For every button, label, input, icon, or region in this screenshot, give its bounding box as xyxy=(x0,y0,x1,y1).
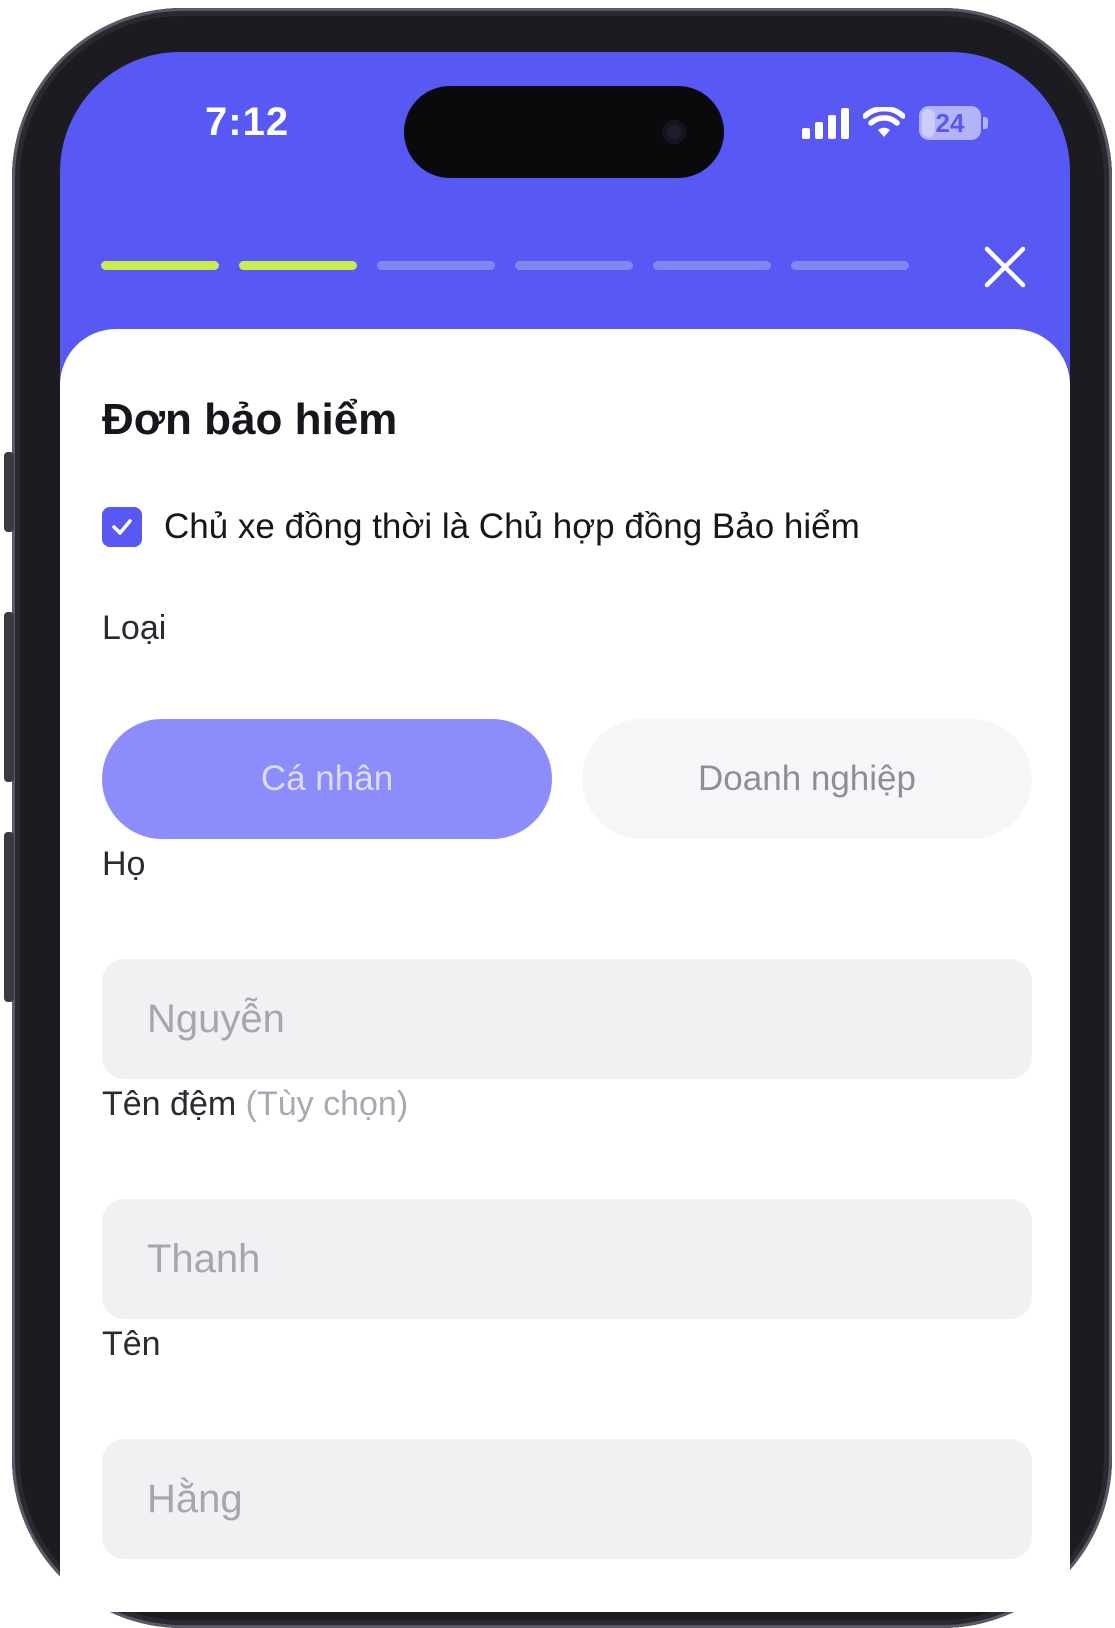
battery-fill xyxy=(922,109,936,137)
progress-step xyxy=(239,261,357,270)
middle-name-label: Tên đệm xyxy=(102,1085,237,1123)
screen: 7:12 24 Đơn bảo hiểm Chủ xe đồng thời là… xyxy=(60,52,1070,1612)
silent-switch xyxy=(4,452,14,532)
check-icon xyxy=(112,519,132,535)
status-time: 7:12 xyxy=(205,100,290,144)
owner-checkbox-label: Chủ xe đồng thời là Chủ hợp đồng Bảo hiể… xyxy=(164,507,860,546)
close-button[interactable] xyxy=(982,244,1028,290)
step-progress xyxy=(101,261,909,270)
progress-step xyxy=(101,261,219,270)
optional-note: (Tùy chọn) xyxy=(245,1085,409,1123)
close-icon xyxy=(984,246,1026,288)
last-name-label: Họ xyxy=(102,845,146,883)
type-label: Loại xyxy=(102,609,167,647)
type-option-business[interactable]: Doanh nghiệp xyxy=(582,719,1032,839)
status-icons: 24 xyxy=(802,106,988,140)
volume-down-button xyxy=(4,832,14,1002)
page-title: Đơn bảo hiểm xyxy=(102,395,398,444)
cellular-signal-icon xyxy=(802,107,849,139)
type-option-individual[interactable]: Cá nhân xyxy=(102,719,552,839)
wifi-icon xyxy=(863,107,905,137)
owner-checkbox[interactable] xyxy=(102,507,142,547)
camera-icon xyxy=(662,120,686,144)
last-name-field[interactable]: Nguyễn xyxy=(102,959,1032,1079)
battery-icon: 24 xyxy=(919,106,981,140)
progress-step xyxy=(791,261,909,270)
first-name-placeholder: Hằng xyxy=(147,1476,243,1521)
middle-name-placeholder: Thanh xyxy=(147,1236,261,1281)
first-name-label: Tên xyxy=(102,1325,161,1363)
middle-name-label-row: Tên đệm (Tùy chọn) xyxy=(102,1085,408,1124)
middle-name-field[interactable]: Thanh xyxy=(102,1199,1032,1319)
progress-step xyxy=(653,261,771,270)
battery-cap xyxy=(983,117,988,129)
form-card: Đơn bảo hiểm Chủ xe đồng thời là Chủ hợp… xyxy=(60,329,1070,1612)
battery-percentage: 24 xyxy=(935,107,965,138)
progress-step xyxy=(377,261,495,270)
progress-step xyxy=(515,261,633,270)
dynamic-island xyxy=(404,86,724,178)
volume-up-button xyxy=(4,612,14,782)
first-name-field[interactable]: Hằng xyxy=(102,1439,1032,1559)
last-name-placeholder: Nguyễn xyxy=(147,996,285,1041)
owner-checkbox-row[interactable]: Chủ xe đồng thời là Chủ hợp đồng Bảo hiể… xyxy=(102,507,860,547)
